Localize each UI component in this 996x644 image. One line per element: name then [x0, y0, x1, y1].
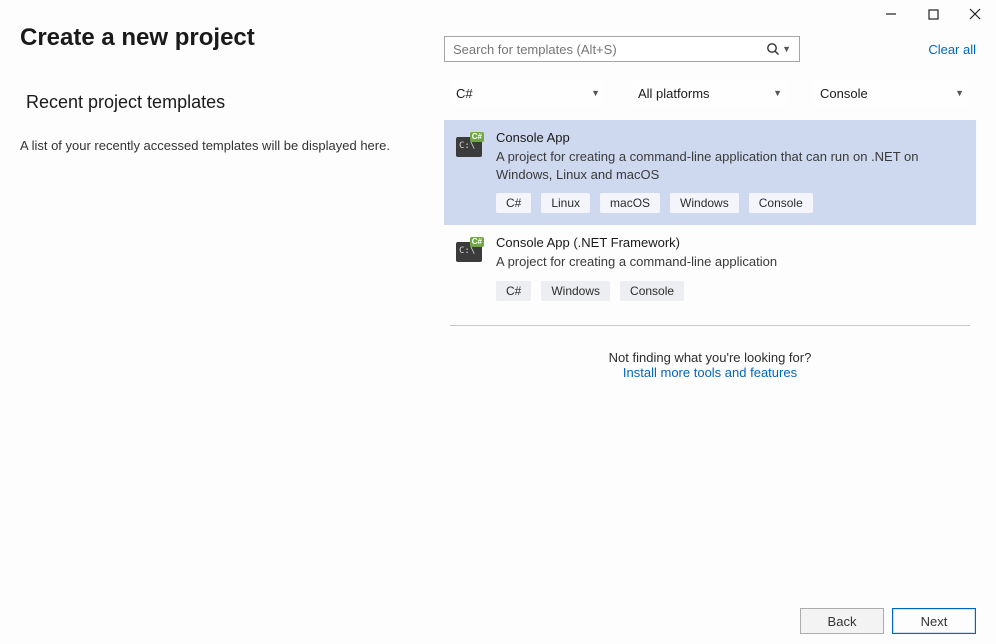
console-app-icon: C:\C# [456, 132, 482, 158]
page-title: Create a new project [20, 24, 420, 52]
footer: Back Next [800, 608, 976, 634]
back-button[interactable]: Back [800, 608, 884, 634]
project-type-filter-dropdown[interactable]: Console ▼ [814, 80, 968, 106]
recent-templates-heading: Recent project templates [26, 92, 420, 113]
not-finding-text: Not finding what you're looking for? [444, 350, 976, 365]
maximize-icon [928, 9, 939, 20]
left-pane: Create a new project Recent project temp… [20, 24, 420, 155]
search-box[interactable]: ▼ [444, 36, 800, 62]
language-filter-dropdown[interactable]: C# ▼ [450, 80, 604, 106]
tag: macOS [600, 193, 660, 213]
platform-filter-value: All platforms [638, 86, 710, 101]
minimize-icon [885, 8, 897, 20]
chevron-down-icon: ▼ [773, 88, 782, 98]
language-filter-value: C# [456, 86, 473, 101]
console-app-icon: C:\C# [456, 237, 482, 263]
tag: Windows [670, 193, 739, 213]
tag: Console [620, 281, 684, 301]
template-description: A project for creating a command-line ap… [496, 253, 964, 271]
tag: Windows [541, 281, 610, 301]
chevron-down-icon: ▼ [955, 88, 964, 98]
right-pane: ▼ Clear all C# ▼ All platforms ▼ Console… [444, 36, 976, 380]
tag: C# [496, 193, 531, 213]
template-description: A project for creating a command-line ap… [496, 148, 964, 183]
maximize-button[interactable] [912, 0, 954, 28]
template-card-console-app[interactable]: C:\C# Console App A project for creating… [444, 120, 976, 225]
window-controls [870, 0, 996, 28]
search-icon[interactable]: ▼ [766, 42, 791, 56]
template-title: Console App (.NET Framework) [496, 235, 964, 250]
tag: Console [749, 193, 813, 213]
project-type-filter-value: Console [820, 86, 868, 101]
tag: Linux [541, 193, 590, 213]
close-icon [969, 8, 981, 20]
tag: C# [496, 281, 531, 301]
not-finding-block: Not finding what you're looking for? Ins… [444, 350, 976, 380]
chevron-down-icon: ▼ [591, 88, 600, 98]
close-button[interactable] [954, 0, 996, 28]
search-input[interactable] [453, 42, 766, 57]
platform-filter-dropdown[interactable]: All platforms ▼ [632, 80, 786, 106]
template-card-console-app-netfx[interactable]: C:\C# Console App (.NET Framework) A pro… [444, 225, 976, 313]
chevron-down-icon: ▼ [782, 44, 791, 54]
search-row: ▼ Clear all [444, 36, 976, 62]
recent-templates-empty-text: A list of your recently accessed templat… [20, 137, 420, 155]
divider [450, 325, 970, 326]
install-tools-link[interactable]: Install more tools and features [444, 365, 976, 380]
next-button[interactable]: Next [892, 608, 976, 634]
template-tags: C# Linux macOS Windows Console [496, 193, 964, 213]
clear-all-link[interactable]: Clear all [928, 42, 976, 57]
minimize-button[interactable] [870, 0, 912, 28]
filters-row: C# ▼ All platforms ▼ Console ▼ [444, 80, 976, 106]
template-tags: C# Windows Console [496, 281, 964, 301]
template-title: Console App [496, 130, 964, 145]
